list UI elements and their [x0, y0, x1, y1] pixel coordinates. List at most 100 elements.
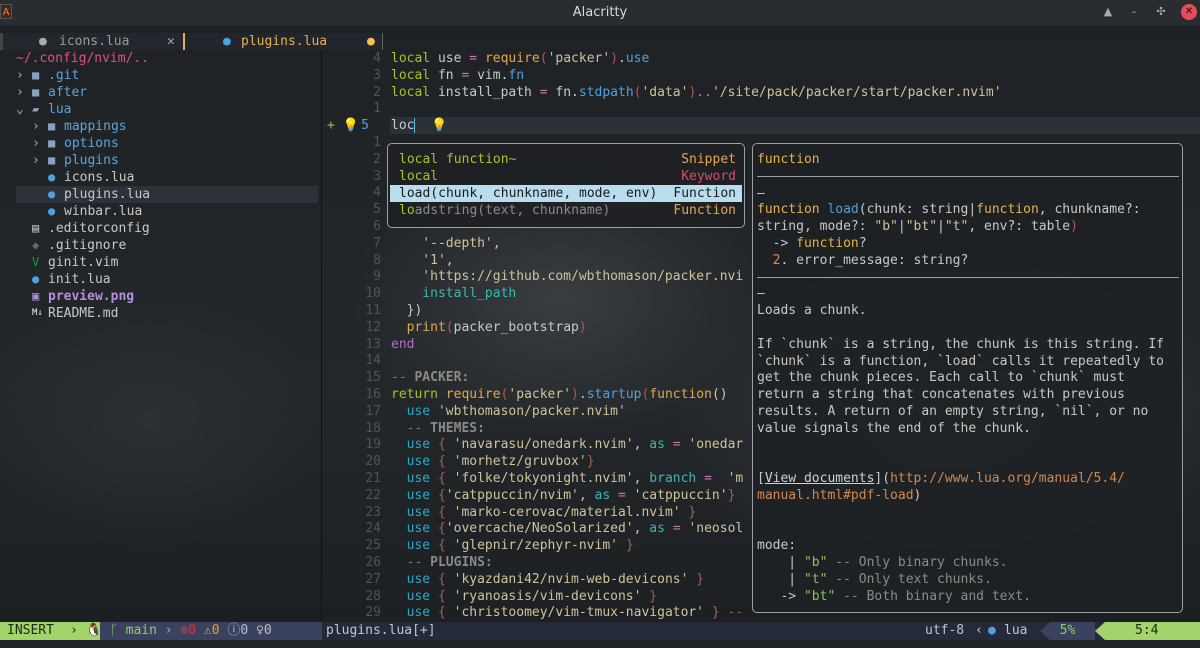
chevron-icon[interactable]: ›: [32, 152, 40, 169]
code-line[interactable]: use {'catppuccin/nvim', as = 'catppuccin…: [391, 487, 736, 504]
code-token: use: [406, 437, 431, 453]
tree-item-label: options: [64, 136, 119, 151]
code-line[interactable]: -- PLUGINS:: [391, 554, 493, 571]
chevron-icon[interactable]: ›: [32, 118, 40, 135]
tree-item-mappings[interactable]: › ■ mappings: [16, 118, 318, 135]
completion-item[interactable]: load(chunk, chunkname, mode, env) Functio…: [390, 185, 742, 202]
code-line[interactable]: use { 'ryanoasis/vim-devicons' }: [391, 588, 657, 605]
code-line[interactable]: loc 💡: [391, 117, 447, 134]
code-line[interactable]: use { 'morhetz/gruvbox'}: [391, 453, 595, 470]
image-icon: ▣: [32, 289, 40, 303]
code-token: 'https://github.com/wbthomason/packer.nv…: [391, 269, 744, 285]
code-line[interactable]: install_path: [391, 285, 516, 302]
window-title: Alacritty: [572, 5, 628, 20]
code-token: local: [391, 67, 431, 83]
code-line[interactable]: use { 'christoomey/vim-tmux-navigator' }…: [391, 604, 744, 621]
code-line[interactable]: use { 'navarasu/onedark.nvim', as = 'one…: [391, 436, 744, 453]
close-window-button[interactable]: ✕: [1181, 4, 1197, 20]
error-count: 0: [188, 623, 197, 638]
completion-label: loadstring(text, chunkname): [390, 203, 610, 218]
chevron-icon[interactable]: ›: [32, 135, 40, 152]
tree-item-previewpng[interactable]: ▣ preview.png: [16, 288, 318, 305]
line-number: 11: [365, 303, 381, 318]
code-token: use: [406, 403, 431, 419]
linux-icon: › 🐧: [70, 622, 102, 640]
completion-match: lo: [399, 203, 415, 218]
tree-item-ginitvim[interactable]: Vginit.vim: [16, 254, 318, 271]
code-line[interactable]: -- THEMES:: [391, 420, 485, 437]
code-token: 'data': [641, 84, 689, 100]
code-token: use: [625, 51, 650, 66]
command-line[interactable]: [0, 640, 1200, 648]
tab-icons-lua[interactable]: ● icons.lua ✕: [0, 33, 183, 50]
code-line[interactable]: use { 'folke/tokyonight.nvim', branch = …: [391, 470, 744, 487]
close-tab-button[interactable]: ✕: [167, 33, 175, 50]
tree-item-editorconfig[interactable]: ▤ .editorconfig: [16, 220, 318, 237]
markdown-icon: M↓: [32, 308, 43, 318]
code-token: ): [610, 51, 619, 66]
code-line[interactable]: print(packer_bootstrap): [391, 319, 587, 336]
code-line[interactable]: '--depth',: [391, 235, 500, 252]
code-line[interactable]: end: [391, 336, 414, 353]
tree-item-lua[interactable]: ⌄ ▰ lua: [16, 101, 318, 118]
code-line[interactable]: local use = require('packer').use: [391, 50, 649, 67]
code-line[interactable]: }): [391, 302, 423, 319]
code-token: --: [391, 555, 431, 570]
tree-item-git[interactable]: › ■ .git: [16, 67, 318, 84]
line-number: 1: [373, 101, 381, 117]
code-line[interactable]: use { 'kyazdani42/nvim-web-devicons' }: [391, 571, 704, 588]
code-line[interactable]: use {'overcache/NeoSolarized', as = 'neo…: [391, 520, 744, 537]
tree-item-initlua[interactable]: ● init.lua: [16, 271, 318, 288]
code-line[interactable]: return require('packer').startup(functio…: [391, 386, 728, 403]
tree-item-winbarlua[interactable]: ● winbar.lua: [16, 203, 318, 220]
completion-item[interactable]: local Keyword: [390, 168, 742, 185]
code-token: ->: [757, 236, 797, 251]
code-line[interactable]: local fn = vim.fn: [391, 67, 524, 84]
completion-item[interactable]: loadstring(text, chunkname) Function: [390, 202, 742, 219]
tree-item-plugins[interactable]: › ■ plugins: [16, 152, 318, 169]
code-token: install_path: [391, 286, 517, 302]
code-line[interactable]: -- PACKER:: [391, 369, 469, 386]
minimize-button[interactable]: –: [1126, 4, 1142, 20]
code-line[interactable]: local install_path = fn.stdpath('data').…: [391, 84, 1002, 101]
line-number: 5: [361, 118, 369, 134]
code-token: vim.: [469, 67, 509, 83]
line-number: 8: [373, 252, 381, 268]
code-token: ,: [578, 487, 595, 503]
tree-item-options[interactable]: › ■ options: [16, 135, 318, 152]
line-number: 1: [373, 135, 381, 150]
chevron-icon[interactable]: ›: [16, 67, 24, 84]
tree-item-iconslua[interactable]: ● icons.lua: [16, 169, 318, 186]
tab-plugins-lua[interactable]: ● plugins.lua ●: [183, 33, 383, 50]
tree-item-pluginslua[interactable]: ● plugins.lua: [16, 186, 318, 203]
code-line[interactable]: use { 'marko-cerovac/material.nvim' }: [391, 504, 697, 521]
lightbulb-icon[interactable]: 💡: [415, 118, 447, 133]
code-token: ?: [858, 236, 867, 251]
code-token: "bt": [905, 219, 938, 235]
tree-item-READMEmd[interactable]: M↓ README.md: [16, 305, 318, 322]
code-line[interactable]: use 'wbthomason/packer.nvim': [391, 403, 626, 420]
keep-above-button[interactable]: ▲: [1100, 4, 1116, 20]
maximize-button[interactable]: ✣: [1153, 4, 1169, 20]
code-line[interactable]: use { 'glepnir/zephyr-nvim' }: [391, 537, 634, 554]
doc-line: function load(chunk: string|function, ch…: [757, 201, 1179, 218]
chevron-icon[interactable]: ›: [16, 84, 24, 101]
file-explorer: ~/.config/nvim/.. › ■ .git › ■ after ⌄ ▰ lua › ■ ma…: [0, 50, 322, 622]
doc-line: [757, 504, 1179, 521]
code-token: |: [937, 219, 945, 235]
code-token: fn: [430, 67, 462, 83]
code-token: , chunkname?:: [1038, 202, 1141, 218]
code-line[interactable]: '1',: [391, 252, 453, 269]
code-line[interactable]: 'https://github.com/wbthomason/packer.nv…: [391, 268, 743, 285]
code-token: get the chunk pieces. Each call to `chun…: [757, 370, 1125, 386]
tree-item-after[interactable]: › ■ after: [16, 84, 318, 101]
code-token: use: [406, 454, 431, 470]
chevron-icon[interactable]: ⌄: [16, 101, 24, 118]
completion-item[interactable]: local function~ Snippet: [390, 151, 742, 168]
completion-label: local: [390, 169, 438, 184]
tree-item-gitignore[interactable]: ◆ .gitignore: [16, 237, 318, 254]
code-token: .: [578, 387, 587, 402]
